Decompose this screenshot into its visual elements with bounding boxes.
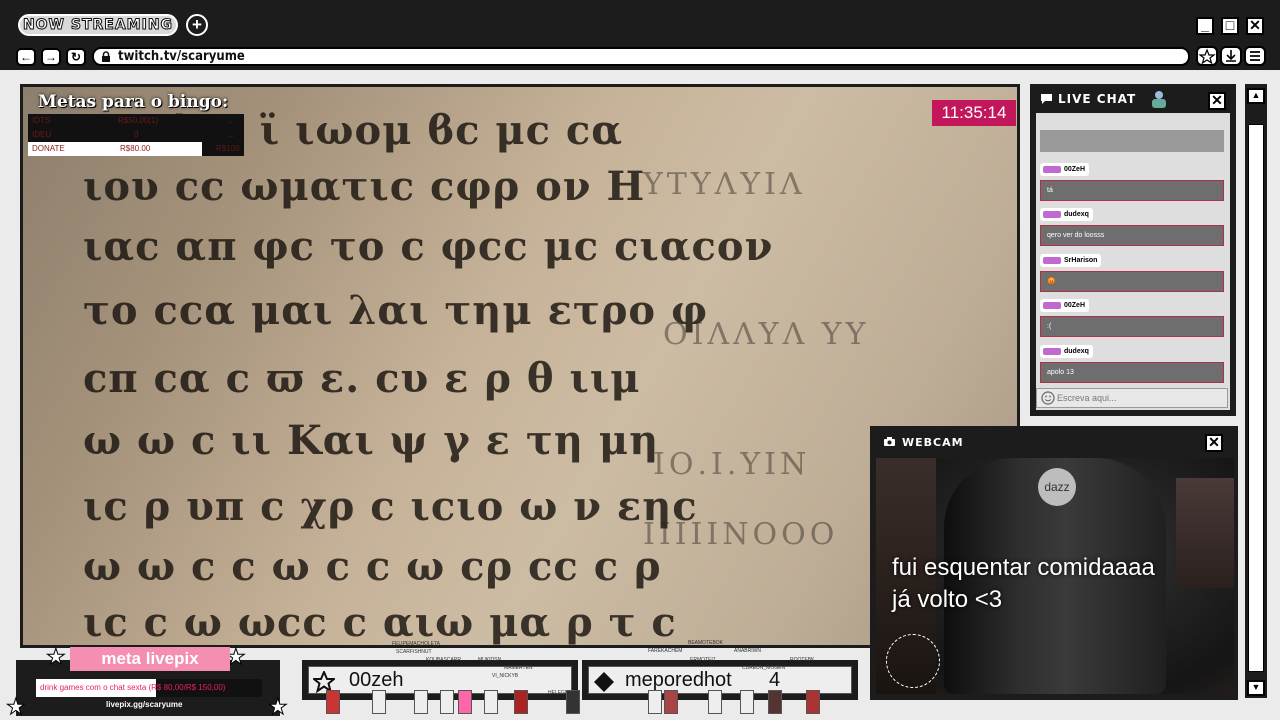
viewer-label: MUKIDSN bbox=[478, 657, 502, 663]
url-bar[interactable]: twitch.tv/scaryume bbox=[92, 47, 1190, 66]
user-badges-icon bbox=[1043, 211, 1061, 218]
user-badges-icon bbox=[1043, 302, 1061, 309]
user-group-icon bbox=[1152, 91, 1166, 108]
viewer-avatar bbox=[768, 690, 782, 714]
viewer-avatar bbox=[414, 690, 428, 714]
refresh-icon[interactable]: ↻ bbox=[66, 48, 86, 66]
maximize-button[interactable]: □ bbox=[1221, 17, 1239, 35]
viewer-label: ROOTEBK bbox=[790, 657, 815, 663]
tab-now-streaming[interactable]: NOW STREAMING bbox=[18, 14, 178, 36]
close-window-button[interactable]: ✕ bbox=[1246, 17, 1264, 35]
manuscript-line: ιϲ ϲ ω ωϲϲ ϲ αιω μα ρ τ ϲ bbox=[83, 599, 677, 646]
livepix-title: meta livepix bbox=[70, 647, 230, 671]
viewer-avatar bbox=[664, 690, 678, 714]
star-icon: ★ bbox=[46, 644, 67, 670]
chat-bubble-icon bbox=[1041, 94, 1052, 104]
minimize-button[interactable]: _ bbox=[1196, 17, 1214, 35]
bingo-row: IDEU 0 ... bbox=[32, 130, 235, 139]
manuscript-line: ω ω ϲ ιι Και ψ γ ε τη μη bbox=[83, 417, 660, 464]
scroll-thumb[interactable] bbox=[1248, 124, 1264, 672]
chat-username: 00ZeH bbox=[1040, 299, 1090, 312]
cursor-ring bbox=[886, 634, 940, 688]
chat-message-text: tá bbox=[1040, 180, 1224, 201]
user-badges-icon bbox=[1043, 257, 1061, 264]
scroll-down-button[interactable]: ▼ bbox=[1247, 680, 1265, 696]
chat-message-text: 😡 bbox=[1040, 271, 1224, 292]
viewer-avatar bbox=[806, 690, 820, 714]
chat-message-text: qero ver do loosss bbox=[1040, 225, 1224, 246]
chat-username: dudexq bbox=[1040, 208, 1093, 221]
manuscript-line: το ϲϲα μαι λαι τημ ετρο φ bbox=[83, 287, 709, 334]
viewer-label: ANABRIWN bbox=[734, 648, 761, 654]
viewer-label: VI_NICKYB bbox=[492, 673, 519, 679]
chat-username: dudexq bbox=[1040, 345, 1093, 358]
manuscript-line: ιϲ ρ υπ ϲ χρ ϲ ιϲιο ω ν εηϲ bbox=[83, 483, 698, 530]
webcam-close-button[interactable]: ✕ bbox=[1205, 434, 1223, 452]
star-icon: ★ bbox=[268, 694, 289, 720]
chat-input[interactable]: Escreva aqui... bbox=[1036, 388, 1228, 408]
emoji-icon[interactable] bbox=[1041, 391, 1055, 405]
dazz-logo: dazz bbox=[1038, 468, 1076, 506]
bingo-table: IDTS R$50,00(1) ... IDEU 0 ... DONATE R$… bbox=[28, 114, 244, 156]
viewer-label: CUREUN_MOGEN bbox=[742, 665, 786, 671]
manuscript-line: ιαϲ απ φϲ το ϲ φϲϲ μϲ ϲιαϲον bbox=[83, 223, 774, 270]
chat-title: LIVE CHAT bbox=[1058, 92, 1137, 106]
viewer-avatar bbox=[458, 690, 472, 714]
menu-icon[interactable] bbox=[1244, 46, 1266, 66]
bingo-row-donate: DONATE R$80.00 bbox=[28, 142, 202, 156]
viewer-avatar bbox=[484, 690, 498, 714]
viewer-label: FELIPEMACHOLETA bbox=[392, 641, 440, 647]
viewer-avatar bbox=[740, 690, 754, 714]
lock-icon bbox=[102, 51, 110, 62]
back-arrow-icon[interactable]: ← bbox=[16, 48, 36, 66]
stream-clock: 11:35:14 bbox=[932, 100, 1016, 126]
top-supporter-name: 00zeh bbox=[349, 669, 404, 691]
viewer-avatar bbox=[648, 690, 662, 714]
bingo-title: Metas para o bingo: bbox=[38, 92, 229, 112]
star-icon[interactable] bbox=[1196, 46, 1218, 66]
viewer-avatar bbox=[372, 690, 386, 714]
chat-message-text: apolo 13 bbox=[1040, 362, 1224, 383]
scroll-up-button[interactable]: ▲ bbox=[1247, 88, 1265, 104]
chat-message-text: :( bbox=[1040, 316, 1224, 337]
user-badges-icon bbox=[1043, 166, 1061, 173]
viewer-avatar bbox=[514, 690, 528, 714]
bingo-row: IDTS R$50,00(1) ... bbox=[32, 116, 235, 125]
webcam-title: WEBCAM bbox=[902, 436, 964, 449]
second-supporter-name: meporedhot bbox=[625, 669, 732, 691]
chat-close-button[interactable]: ✕ bbox=[1208, 92, 1226, 110]
viewer-avatar bbox=[440, 690, 454, 714]
chat-username: SrHarison bbox=[1040, 254, 1102, 267]
download-icon[interactable] bbox=[1220, 46, 1242, 66]
viewer-label: FAREKACHEM bbox=[648, 648, 683, 654]
viewer-label: ERMOTEI7 bbox=[690, 657, 716, 663]
manuscript-line: ιου ϲϲ ωματιϲ ϲφρ ον Η bbox=[83, 163, 646, 210]
new-tab-plus-icon[interactable]: + bbox=[186, 14, 208, 36]
star-icon: ★ bbox=[6, 694, 27, 720]
viewer-avatar bbox=[326, 690, 340, 714]
livepix-goal-text: drink games com o chat sexta (R$ 80,00/R… bbox=[40, 683, 226, 692]
viewer-label: BEAMOTEBOK bbox=[688, 640, 724, 646]
viewer-label: KOUBASCARR bbox=[426, 657, 462, 663]
manuscript-line: ω ω ϲ ϲ ω ϲ ϲ ω ϲρ ϲϲ ϲ ρ bbox=[83, 543, 662, 590]
chat-username: 00ZeH bbox=[1040, 163, 1090, 176]
viewer-avatar bbox=[708, 690, 722, 714]
diamond-icon bbox=[594, 672, 614, 692]
second-supporter-count: 4 bbox=[769, 669, 781, 691]
viewer-avatar bbox=[566, 690, 580, 714]
livepix-url: livepix.gg/scaryume bbox=[106, 700, 183, 709]
viewer-label: SCARFISHNUT bbox=[396, 649, 432, 655]
url-text: twitch.tv/scaryume bbox=[118, 49, 245, 64]
forward-arrow-icon[interactable]: → bbox=[41, 48, 61, 66]
camera-icon bbox=[884, 437, 895, 446]
viewer-label: MAMERTEN bbox=[504, 665, 533, 671]
user-badges-icon bbox=[1043, 348, 1061, 355]
webcam-caption: fui esquentar comidaaaa já volto <3 bbox=[892, 554, 1155, 613]
manuscript-line: ϲπ ϲα ϲ ϖ ε. ϲυ ε ρ θ ιιμ bbox=[83, 355, 641, 402]
chat-message-faded bbox=[1040, 130, 1224, 152]
